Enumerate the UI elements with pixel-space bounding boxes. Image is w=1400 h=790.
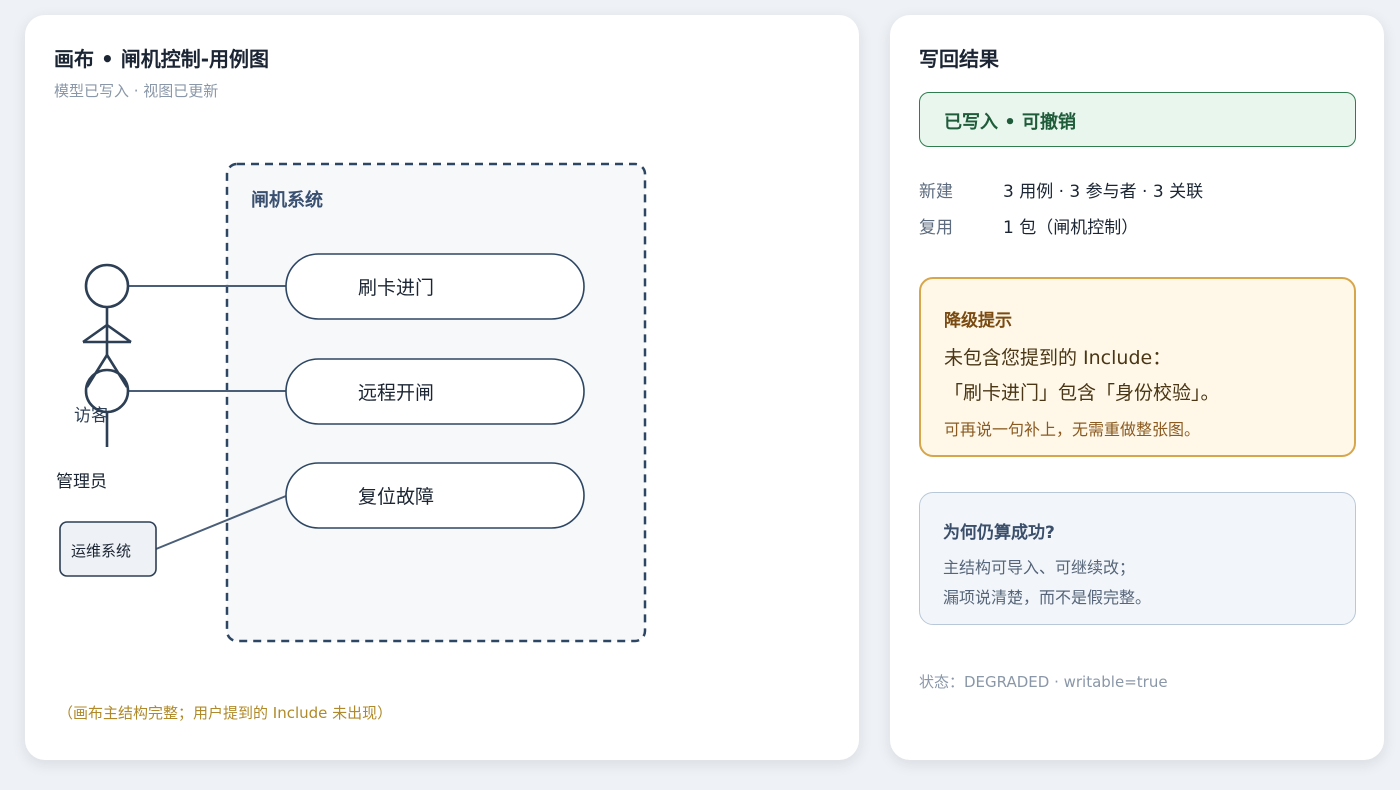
success-badge: 已写入 • 可撤销 — [919, 92, 1356, 147]
warning-line-2: 「刷卡进门」包含「身份校验」。 — [944, 382, 1220, 404]
degrade-warning: 降级提示 未包含您提到的 Include： 「刷卡进门」包含「身份校验」。 可再… — [919, 277, 1356, 457]
result-title: 写回结果 — [919, 47, 999, 71]
warning-line-1: 未包含您提到的 Include： — [944, 347, 1172, 369]
actor-ops-system[interactable]: 运维系统 — [59, 521, 157, 577]
use-case-label: 远程开闸 — [358, 382, 434, 404]
created-key: 新建 — [919, 182, 953, 202]
canvas-footnote: （画布主结构完整；用户提到的 Include 未出现） — [58, 704, 393, 722]
why-line-1: 主结构可导入、可继续改； — [943, 558, 1136, 577]
result-panel: 写回结果 已写入 • 可撤销 新建 3 用例 · 3 参与者 · 3 关联 复用… — [890, 15, 1384, 760]
status-text: 状态：DEGRADED · writable=true — [919, 673, 1168, 691]
use-case-label: 刷卡进门 — [358, 277, 434, 299]
use-case-remote-open[interactable]: 远程开闸 — [285, 358, 585, 425]
warning-title: 降级提示 — [944, 311, 1012, 331]
warning-hint: 可再说一句补上，无需重做整张图。 — [944, 420, 1201, 439]
use-case-swipe-card[interactable]: 刷卡进门 — [285, 253, 585, 320]
actor-system-label: 运维系统 — [71, 542, 131, 560]
system-boundary-label: 闸机系统 — [251, 189, 323, 211]
use-case-reset-fault[interactable]: 复位故障 — [285, 462, 585, 529]
use-case-label: 复位故障 — [358, 486, 434, 508]
reused-value: 1 包（闸机控制） — [1003, 218, 1139, 238]
why-success-box: 为何仍算成功? 主结构可导入、可继续改； 漏项说清楚，而不是假完整。 — [919, 492, 1356, 625]
use-case-diagram[interactable]: 闸机系统 刷卡进门 远程开闸 复位故障 访客 管理员 运维系统 — [25, 15, 859, 760]
reused-key: 复用 — [919, 218, 953, 238]
actor-admin-label: 管理员 — [56, 472, 107, 492]
canvas-panel: 画布 • 闸机控制-用例图 模型已写入 · 视图已更新 闸机系统 刷卡进门 远程… — [25, 15, 859, 760]
why-title: 为何仍算成功? — [943, 523, 1055, 543]
why-line-2: 漏项说清楚，而不是假完整。 — [943, 588, 1152, 607]
success-badge-label: 已写入 • 可撤销 — [944, 112, 1077, 133]
created-value: 3 用例 · 3 参与者 · 3 关联 — [1003, 182, 1204, 202]
actor-visitor-label: 访客 — [74, 406, 108, 426]
